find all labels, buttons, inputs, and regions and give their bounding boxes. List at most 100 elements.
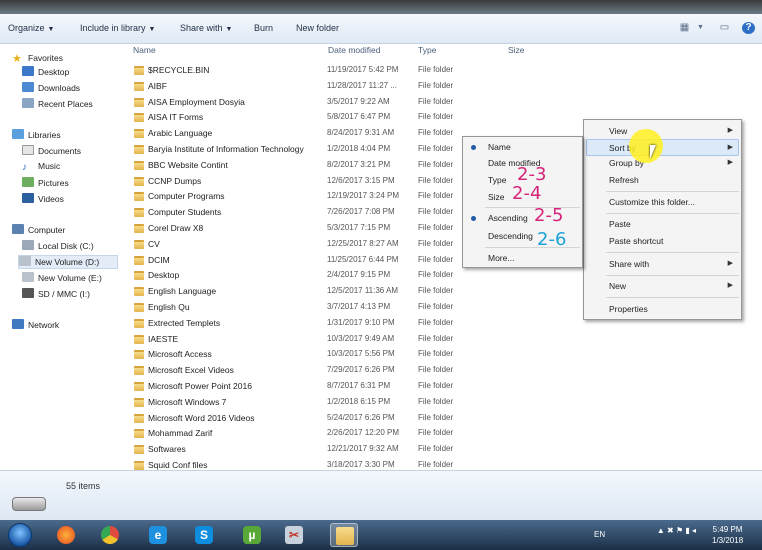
- nav-local-disk-c[interactable]: Local Disk (C:): [22, 240, 94, 254]
- sort-descending[interactable]: Descending: [488, 231, 533, 241]
- file-row[interactable]: AISA Employment Dosyia 3/5/2017 9:22 AM Fi…: [132, 95, 512, 111]
- new-folder-button[interactable]: New folder: [296, 23, 339, 33]
- nav-computer[interactable]: Computer: [12, 224, 65, 238]
- file-type: File folder: [418, 381, 454, 390]
- system-tray-icons[interactable]: ▲ ✖ ⚑ ▮ ◂: [657, 526, 696, 535]
- menu-paste[interactable]: Paste: [609, 219, 631, 229]
- preview-pane-icon[interactable]: ▭: [718, 22, 731, 34]
- file-row[interactable]: BBC Website Contint 8/2/2017 3:21 PM File …: [132, 158, 512, 174]
- file-name: Mohammad Zarif: [148, 428, 213, 439]
- file-type: File folder: [418, 223, 454, 232]
- column-header-type[interactable]: Type: [418, 45, 436, 55]
- file-date-modified: 12/5/2017 11:36 AM: [327, 286, 399, 296]
- chrome-icon: [101, 526, 119, 544]
- file-date-modified: 8/7/2017 6:31 PM: [327, 381, 391, 390]
- skype-taskbar-button[interactable]: S: [190, 523, 218, 547]
- sort-type[interactable]: Type: [488, 175, 506, 185]
- nav-desktop[interactable]: Desktop: [22, 66, 69, 80]
- annotation-size: 2-4: [512, 183, 542, 204]
- file-date-modified: 2/26/2017 12:20 PM: [327, 428, 400, 438]
- nav-recent-places[interactable]: Recent Places: [22, 98, 93, 112]
- utorrent-icon: µ: [243, 526, 261, 544]
- file-row[interactable]: Microsoft Excel Videos 7/29/2017 6:26 PM F…: [132, 363, 512, 379]
- utorrent-taskbar-button[interactable]: µ: [238, 523, 266, 547]
- menu-new[interactable]: New: [609, 281, 626, 291]
- file-type: File folder: [418, 96, 454, 106]
- column-header-name[interactable]: Name: [133, 45, 156, 55]
- include-in-library-button[interactable]: Include in library ▼: [80, 23, 155, 33]
- menu-paste-shortcut[interactable]: Paste shortcut: [609, 236, 663, 246]
- nav-sd-mmc[interactable]: SD / MMC (I:): [22, 288, 90, 302]
- help-icon[interactable]: ?: [742, 22, 755, 34]
- nav-new-volume-d[interactable]: New Volume (D:): [18, 255, 118, 269]
- clock[interactable]: 5:49 PM 1/3/2018: [712, 524, 743, 546]
- menu-properties[interactable]: Properties: [609, 304, 648, 314]
- sort-name[interactable]: Name: [488, 142, 511, 152]
- burn-button[interactable]: Burn: [254, 23, 273, 33]
- menu-refresh[interactable]: Refresh: [609, 175, 639, 185]
- nav-libraries[interactable]: Libraries: [12, 129, 61, 143]
- file-row[interactable]: Corel Draw X8 5/3/2017 7:15 PM File folder: [132, 221, 512, 237]
- menu-view[interactable]: View: [609, 126, 627, 136]
- nav-videos[interactable]: Videos: [22, 193, 64, 207]
- file-row[interactable]: English Language 12/5/2017 11:36 AM File f…: [132, 284, 512, 300]
- file-row[interactable]: Microsoft Windows 7 1/2/2018 6:15 PM File …: [132, 395, 512, 411]
- file-row[interactable]: AIBF 11/28/2017 11:27 ... File folder: [132, 79, 512, 95]
- file-row[interactable]: Microsoft Access 10/3/2017 5:56 PM File fo…: [132, 347, 512, 363]
- file-row[interactable]: IAESTE 10/3/2017 9:49 AM File folder: [132, 332, 512, 348]
- file-row[interactable]: Computer Students 7/26/2017 7:08 PM File f…: [132, 205, 512, 221]
- start-button[interactable]: [8, 523, 32, 547]
- chrome-taskbar-button[interactable]: [96, 523, 124, 547]
- file-name: Squid Conf files: [148, 460, 208, 470]
- organize-button[interactable]: Organize ▼: [8, 23, 54, 33]
- language-indicator[interactable]: EN: [594, 530, 605, 539]
- sort-ascending[interactable]: Ascending: [488, 213, 528, 223]
- file-row[interactable]: CCNP Dumps 12/6/2017 3:15 PM File folder: [132, 174, 512, 190]
- ie-taskbar-button[interactable]: e: [144, 523, 172, 547]
- nav-downloads[interactable]: Downloads: [22, 82, 80, 96]
- drive-icon: [22, 240, 34, 250]
- nav-documents[interactable]: Documents: [22, 145, 81, 159]
- folder-icon: [134, 129, 144, 139]
- folder-icon: [134, 318, 144, 328]
- share-with-button[interactable]: Share with ▼: [180, 23, 232, 33]
- file-row[interactable]: Baryia Institute of Information Technolo…: [132, 142, 512, 158]
- snipping-tool-taskbar-button[interactable]: ✂: [280, 523, 308, 547]
- file-row[interactable]: Mohammad Zarif 2/26/2017 12:20 PM File fol…: [132, 426, 512, 442]
- file-row[interactable]: $RECYCLE.BIN 11/19/2017 5:42 PM File folde…: [132, 63, 512, 79]
- sort-more[interactable]: More...: [488, 253, 514, 263]
- file-row[interactable]: Microsoft Power Point 2016 8/7/2017 6:31 …: [132, 379, 512, 395]
- sort-size[interactable]: Size: [488, 192, 505, 202]
- pictures-icon: [22, 177, 34, 187]
- explorer-taskbar-button[interactable]: [330, 523, 358, 547]
- file-row[interactable]: Arabic Language 8/24/2017 9:31 AM File fol…: [132, 126, 512, 142]
- firefox-taskbar-button[interactable]: [52, 523, 80, 547]
- view-options-icon[interactable]: ▦: [678, 22, 691, 34]
- file-name: Microsoft Excel Videos: [148, 365, 234, 376]
- view-options-chevron-icon[interactable]: ▼: [694, 22, 707, 34]
- folder-icon: [134, 334, 144, 344]
- file-row[interactable]: DCIM 11/25/2017 6:44 PM File folder: [132, 253, 512, 269]
- file-row[interactable]: AISA IT Forms 5/8/2017 6:47 PM File folder: [132, 110, 512, 126]
- nav-network[interactable]: Network: [12, 319, 59, 333]
- nav-pictures[interactable]: Pictures: [22, 177, 69, 191]
- column-header-size[interactable]: Size: [508, 45, 525, 55]
- skype-icon: S: [195, 526, 213, 544]
- nav-favorites[interactable]: ★ Favorites: [12, 52, 63, 66]
- folder-icon: [134, 97, 144, 107]
- nav-new-volume-e[interactable]: New Volume (E:): [22, 272, 102, 286]
- file-row[interactable]: Microsoft Word 2016 Videos 5/24/2017 6:26…: [132, 411, 512, 427]
- column-header-date-modified[interactable]: Date modified: [328, 45, 380, 55]
- file-date-modified: 7/26/2017 7:08 PM: [327, 207, 395, 217]
- menu-share-with[interactable]: Share with: [609, 259, 649, 269]
- file-row[interactable]: English Qu 3/7/2017 4:13 PM File folder: [132, 300, 512, 316]
- details-pane: 55 items: [0, 470, 762, 520]
- file-row[interactable]: Desktop 2/4/2017 9:15 PM File folder: [132, 268, 512, 284]
- file-row[interactable]: Computer Programs 12/19/2017 3:24 PM File …: [132, 189, 512, 205]
- menu-customize-folder[interactable]: Customize this folder...: [609, 197, 695, 207]
- file-row[interactable]: Extrected Templets 1/31/2017 9:10 PM File …: [132, 316, 512, 332]
- nav-music[interactable]: ♪ Music: [22, 161, 60, 175]
- file-row[interactable]: CV 12/25/2017 8:27 AM File folder: [132, 237, 512, 253]
- file-date-modified: 12/25/2017 8:27 AM: [327, 238, 399, 248]
- file-row[interactable]: Softwares 12/21/2017 9:32 AM File folder: [132, 442, 512, 458]
